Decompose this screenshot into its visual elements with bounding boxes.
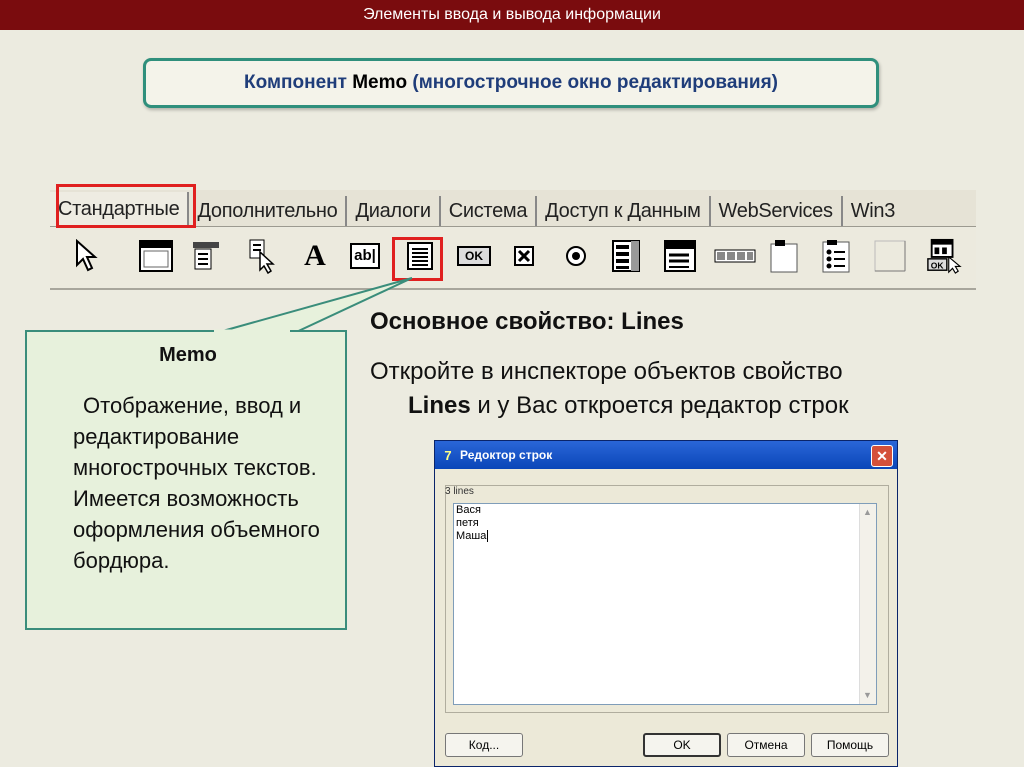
text-caret: [487, 530, 489, 542]
cancel-button[interactable]: Отмена: [727, 733, 805, 757]
lines-memo[interactable]: Вася петя Маша ▲ ▼: [453, 503, 877, 705]
memo-line: петя: [456, 517, 479, 529]
lines-count-label: 3 lines: [445, 486, 474, 497]
memo-line: Маша: [454, 530, 876, 543]
ok-button[interactable]: OK: [643, 733, 721, 757]
code-button[interactable]: Код...: [445, 733, 523, 757]
scroll-down-icon[interactable]: ▼: [863, 689, 872, 702]
help-button[interactable]: Помощь: [811, 733, 889, 757]
dialog-title: Редоктор строк: [460, 448, 553, 462]
property-line-1: Откройте в инспекторе объектов свойство: [370, 358, 843, 385]
dialog-titlebar[interactable]: 7 Редоктор строк ✕: [435, 441, 897, 469]
memo-line: Вася: [456, 504, 481, 516]
property-title: Основное свойство: Lines: [370, 308, 684, 335]
property-line-2: Lines и у Вас откроется редактор строк: [408, 392, 849, 420]
property-line-2-rest: и у Вас откроется редактор строк: [470, 392, 849, 419]
memo-line-text: Маша: [456, 530, 487, 542]
property-lines-keyword: Lines: [408, 392, 471, 419]
memo-scrollbar[interactable]: ▲ ▼: [859, 504, 876, 704]
close-icon[interactable]: ✕: [871, 445, 893, 467]
delphi-app-icon: 7: [444, 447, 452, 463]
scroll-up-icon[interactable]: ▲: [863, 506, 872, 519]
string-editor-dialog: 7 Редоктор строк ✕ 3 lines Вася петя Маш…: [434, 440, 898, 767]
